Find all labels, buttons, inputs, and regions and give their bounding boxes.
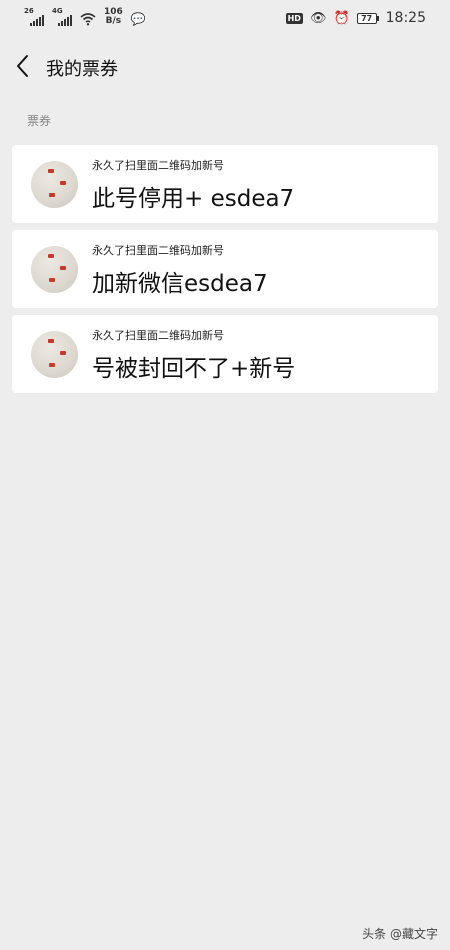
wechat-icon: 💬 (130, 12, 146, 26)
battery-icon: 77 (356, 12, 379, 24)
ticket-card[interactable]: 永久了扫里面二维码加新号 加新微信esdea7 (12, 230, 438, 308)
eye-comfort-icon: 👁 (309, 10, 327, 26)
page-title: 我的票券 (46, 59, 118, 80)
signal-icon: 26 (24, 7, 44, 26)
watermark: 头条 @藏文字 (362, 927, 438, 941)
alarm-icon: ⏰ (333, 10, 350, 26)
card-title: 号被封回不了+新号 (92, 356, 296, 382)
card-subtitle: 永久了扫里面二维码加新号 (92, 329, 224, 342)
wifi-icon (80, 13, 96, 26)
status-bar: 26 4G 106 B/s 💬 HD 👁 ⏰ 77 18:25 (0, 0, 450, 38)
ticket-card[interactable]: 永久了扫里面二维码加新号 号被封回不了+新号 (12, 315, 438, 393)
section-label: 票券 (27, 114, 52, 128)
signal-icon: 4G (52, 7, 72, 26)
card-subtitle: 永久了扫里面二维码加新号 (92, 244, 224, 257)
signal-tag: 26 (24, 7, 34, 15)
chevron-left-icon (17, 55, 28, 77)
network-speed: 106 B/s (104, 8, 123, 26)
avatar (31, 331, 78, 378)
hd-badge: HD (285, 12, 303, 24)
back-button[interactable] (12, 52, 36, 80)
card-title: 此号停用+ esdea7 (92, 186, 295, 212)
speed-unit: B/s (105, 16, 122, 26)
avatar (31, 161, 78, 208)
nav-bar: 我的票券 (0, 44, 450, 90)
card-title: 加新微信esdea7 (92, 271, 268, 297)
ticket-card[interactable]: 永久了扫里面二维码加新号 此号停用+ esdea7 (12, 145, 438, 223)
avatar (31, 246, 78, 293)
signal-tag: 4G (52, 7, 63, 15)
battery-level: 77 (356, 12, 377, 24)
card-subtitle: 永久了扫里面二维码加新号 (92, 159, 224, 172)
clock: 18:25 (385, 10, 426, 26)
